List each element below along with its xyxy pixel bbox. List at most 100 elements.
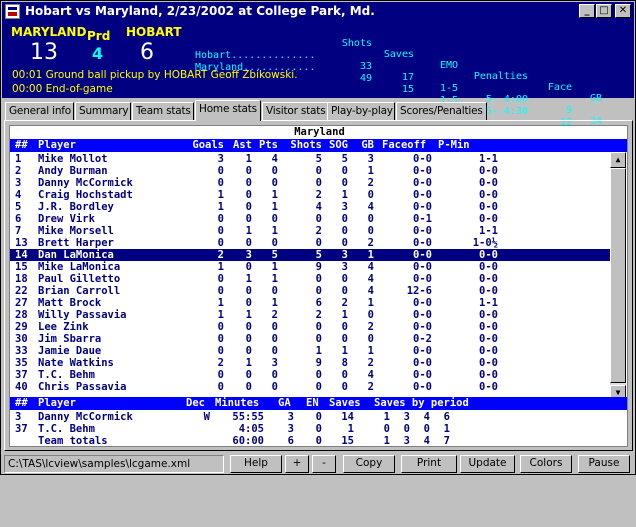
player-row[interactable]: 4 Craig Hochstadt 1 0 1 2 1 0 0-0 0-0 <box>10 189 610 201</box>
minimize-button[interactable]: _ <box>579 4 595 18</box>
cell-number: 4 <box>15 189 22 201</box>
player-row[interactable]: 22 Brian Carroll 0 0 0 0 0 4 12-6 0-0 <box>10 285 610 297</box>
cell-sog: 3 <box>341 201 348 213</box>
goalie-row[interactable]: Team totals 60:00 6 0 15 1 3 4 7 <box>10 435 610 447</box>
copy-button[interactable]: Copy <box>343 455 395 473</box>
tab-play-by-play[interactable]: Play-by-play <box>327 102 395 120</box>
player-row[interactable]: 29 Lee Zink 0 0 0 0 0 2 0-0 0-0 <box>10 321 610 333</box>
zoom-out-button[interactable]: - <box>312 455 336 473</box>
cell-sog: 0 <box>341 381 348 393</box>
player-row[interactable]: 6 Drew Virk 0 0 0 0 0 0 0-1 0-0 <box>10 213 610 225</box>
cell-sog: 0 <box>341 225 348 237</box>
cell-gb: 0 <box>367 189 374 201</box>
cell-goals: 0 <box>217 225 224 237</box>
player-row[interactable]: 27 Matt Brock 1 0 1 6 2 1 0-0 1-1 <box>10 297 610 309</box>
home-stats-grid: Maryland ## Player Goals Ast Pts Shots S… <box>9 125 628 447</box>
cell-shots: 0 <box>315 165 322 177</box>
cell-pmin: 0-0 <box>479 189 498 201</box>
player-row[interactable]: 28 Willy Passavia 1 1 2 2 1 0 0-0 0-0 <box>10 309 610 321</box>
col-dec: Dec <box>186 397 205 409</box>
cell-pmin: 0-0 <box>479 309 498 321</box>
close-button[interactable]: ✕ <box>615 4 631 18</box>
cell-shots: 0 <box>315 237 322 249</box>
player-row[interactable]: 14 Dan LaMonica 2 3 5 5 3 1 0-0 0-0 <box>10 249 610 261</box>
cell-player: Jamie Daue <box>38 345 102 357</box>
scroll-up-icon[interactable]: ▲ <box>610 152 626 168</box>
cell-player: Dan LaMonica <box>38 249 114 261</box>
player-row[interactable]: 2 Andy Burman 0 0 0 0 0 1 0-0 0-0 <box>10 165 610 177</box>
cell-goals: 0 <box>217 237 224 249</box>
tab-scores-penalties[interactable]: Scores/Penalties <box>396 102 487 120</box>
pause-button[interactable]: Pause <box>578 455 630 473</box>
cell-faceoff: 0-0 <box>413 165 432 177</box>
cell-gb: 2 <box>367 321 374 333</box>
zoom-in-button[interactable]: + <box>285 455 309 473</box>
player-row[interactable]: 40 Chris Passavia 0 0 0 0 0 2 0-0 0-0 <box>10 381 610 393</box>
maximize-button[interactable]: □ <box>596 4 612 18</box>
player-row[interactable]: 30 Jim Sbarra 0 0 0 0 0 0 0-2 0-0 <box>10 333 610 345</box>
scroll-thumb[interactable] <box>610 168 626 383</box>
cell-assists: 0 <box>245 369 252 381</box>
cell-number: 37 <box>15 369 28 381</box>
tab-general-info[interactable]: General info <box>5 102 74 120</box>
player-row[interactable]: 5 J.R. Bordley 1 0 1 4 3 4 0-0 0-0 <box>10 201 610 213</box>
player-row[interactable]: 7 Mike Morsell 0 1 1 2 0 0 0-0 1-1 <box>10 225 610 237</box>
title-bar[interactable]: Hobart vs Maryland, 2/23/2002 at College… <box>2 2 634 21</box>
cell-shots: 2 <box>315 189 322 201</box>
goalie-row[interactable]: 3 Danny McCormick W 55:55 3 0 14 1 3 4 6 <box>10 411 610 423</box>
player-row[interactable]: 13 Brett Harper 0 0 0 0 0 2 0-0 1-0½ <box>10 237 610 249</box>
cell-assists: 0 <box>245 321 252 333</box>
cell-period-2: 3 <box>403 435 410 447</box>
app-icon[interactable] <box>5 4 20 19</box>
col-points: Pts <box>259 139 278 151</box>
cell-player: Team totals <box>38 435 108 447</box>
grid-team-title: Maryland <box>294 126 345 138</box>
cell-gb: 0 <box>367 213 374 225</box>
saves: 15 <box>401 84 414 95</box>
print-button[interactable]: Print <box>401 455 457 473</box>
cell-points: 1 <box>271 261 278 273</box>
cell-number: 27 <box>15 297 28 309</box>
cell-faceoff: 0-0 <box>413 345 432 357</box>
player-row[interactable]: 33 Jamie Daue 0 0 0 1 1 1 0-0 0-0 <box>10 345 610 357</box>
cell-assists: 0 <box>245 297 252 309</box>
goalie-row[interactable]: 37 T.C. Behm 4:05 3 0 1 0 0 0 1 <box>10 423 610 435</box>
cell-player: Andy Burman <box>38 165 108 177</box>
cell-period-1: 1 <box>383 435 390 447</box>
cell-shots: 1 <box>315 345 322 357</box>
tab-team-stats[interactable]: Team stats <box>132 102 194 120</box>
tab-home-stats[interactable]: Home stats <box>195 100 261 121</box>
cell-shots: 0 <box>315 213 322 225</box>
cell-sog: 5 <box>341 153 348 165</box>
cell-gb: 4 <box>367 285 374 297</box>
cell-faceoff: 0-0 <box>413 225 432 237</box>
cell-faceoff: 0-0 <box>413 249 432 261</box>
cell-points: 3 <box>271 357 278 369</box>
colors-button[interactable]: Colors <box>520 455 572 473</box>
col-number: ## <box>15 139 28 151</box>
col-en: EN <box>306 397 319 409</box>
cell-number: 14 <box>15 249 28 261</box>
cell-pmin: 1-1 <box>479 297 498 309</box>
cell-goals: 0 <box>217 165 224 177</box>
player-row[interactable]: 18 Paul Gilletto 0 1 1 0 0 4 0-0 0-0 <box>10 273 610 285</box>
cell-dec: W <box>203 411 210 423</box>
player-row[interactable]: 15 Mike LaMonica 1 0 1 9 3 4 0-0 0-0 <box>10 261 610 273</box>
player-row[interactable]: 1 Mike Mollot 3 1 4 5 5 3 0-0 1-1 <box>10 153 610 165</box>
player-row[interactable]: 35 Nate Watkins 2 1 3 9 8 2 0-0 0-0 <box>10 357 610 369</box>
col-goals: Goals <box>192 139 224 151</box>
player-row[interactable]: 3 Danny McCormick 0 0 0 0 0 2 0-0 0-0 <box>10 177 610 189</box>
tab-summary[interactable]: Summary <box>75 102 131 120</box>
cell-shots: 2 <box>315 225 322 237</box>
update-button[interactable]: Update <box>460 455 515 473</box>
vertical-scrollbar[interactable]: ▲ ▼ <box>610 152 626 401</box>
tab-visitor-stats[interactable]: Visitor stats <box>262 102 331 120</box>
cell-sog: 1 <box>341 309 348 321</box>
cell-goals: 0 <box>217 381 224 393</box>
player-row[interactable]: 37 T.C. Behm 0 0 0 0 0 4 0-0 0-0 <box>10 369 610 381</box>
help-button[interactable]: Help <box>230 455 282 473</box>
cell-points: 0 <box>271 285 278 297</box>
cell-number: 33 <box>15 345 28 357</box>
cell-assists: 0 <box>245 213 252 225</box>
cell-pmin: 0-0 <box>479 321 498 333</box>
